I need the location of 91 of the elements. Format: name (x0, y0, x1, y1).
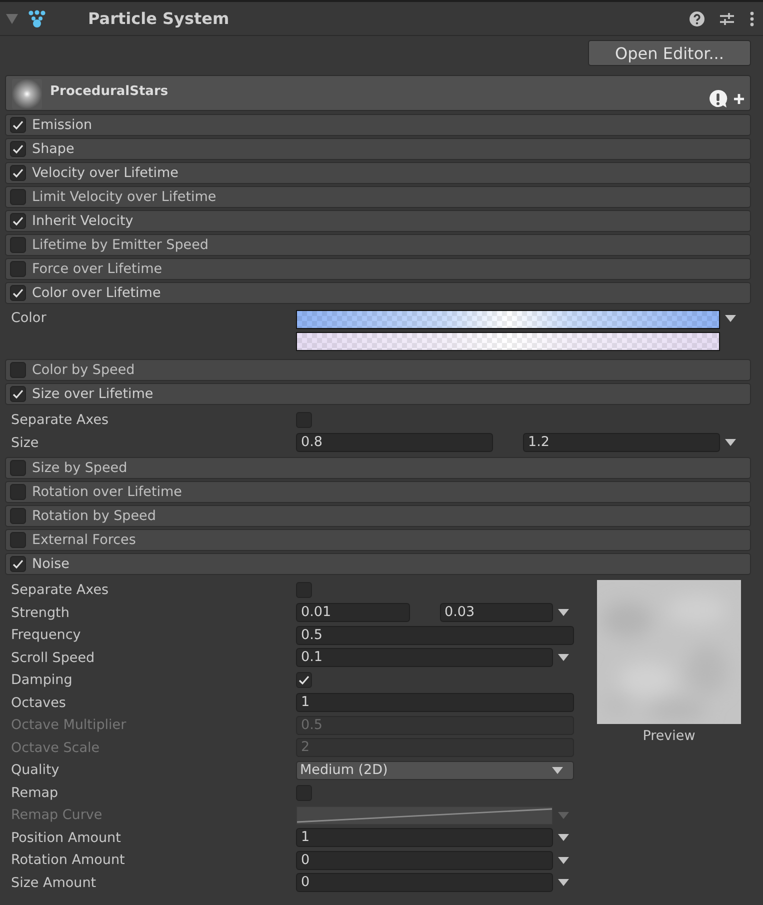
help-icon[interactable] (689, 10, 705, 26)
property-label: Frequency (11, 627, 82, 644)
property-label: Color (11, 310, 48, 326)
check-icon (11, 214, 25, 228)
module-header[interactable]: External Forces (5, 529, 751, 551)
module-header[interactable]: Lifetime by Emitter Speed (5, 234, 751, 256)
gradient-bar[interactable] (296, 310, 720, 329)
module-checkbox[interactable] (10, 484, 26, 500)
dropdown-arrow-icon[interactable] (558, 834, 569, 842)
module-header[interactable]: Shape (5, 138, 751, 160)
dropdown-arrow-icon[interactable] (725, 315, 736, 322)
dropdown-arrow-icon (552, 766, 563, 774)
module-checkbox[interactable] (10, 532, 26, 548)
property-label: Position Amount (11, 830, 122, 846)
property-label: Remap Curve (11, 807, 104, 824)
property-label: Octave Scale (11, 740, 101, 756)
module-header[interactable]: Force over Lifetime (5, 258, 751, 280)
module-header[interactable]: Rotation by Speed (5, 505, 751, 527)
warning-bubble-icon (708, 89, 728, 109)
module-header[interactable]: Size over Lifetime (5, 383, 751, 405)
number-field[interactable]: 0.03 (440, 603, 553, 622)
property-checkbox[interactable] (296, 672, 312, 688)
property-label: Damping (11, 672, 74, 688)
module-header[interactable]: Color by Speed (5, 359, 751, 381)
particle-system-icon (28, 10, 46, 28)
number-field[interactable]: 1.2 (523, 433, 720, 452)
system-name: ProceduralStars (50, 84, 168, 101)
system-header[interactable]: ProceduralStars (5, 75, 751, 111)
module-checkbox[interactable] (10, 285, 26, 301)
module-checkbox[interactable] (10, 386, 26, 402)
dropdown-arrow-icon[interactable] (558, 856, 569, 864)
property-label: Octave Multiplier (11, 717, 128, 734)
number-field[interactable]: 0.8 (296, 433, 493, 452)
property-label: Strength (11, 604, 70, 621)
check-icon (11, 142, 25, 156)
property-label: Quality (11, 762, 60, 778)
module-header[interactable]: Velocity over Lifetime (5, 162, 751, 184)
number-field[interactable]: 1 (296, 693, 574, 712)
open-editor-button[interactable]: Open Editor... (588, 40, 751, 66)
add-icon[interactable] (734, 94, 744, 104)
gradient-bar[interactable] (296, 332, 720, 351)
property-label: Separate Axes (11, 412, 110, 428)
check-icon (11, 557, 25, 571)
module-header[interactable]: Emission (5, 114, 751, 136)
more-menu-icon[interactable] (749, 10, 755, 26)
number-field: 0.5 (296, 716, 574, 735)
property-label: Size Amount (11, 874, 98, 891)
number-field[interactable]: 0 (296, 873, 553, 892)
module-checkbox[interactable] (10, 189, 26, 205)
module-header[interactable]: Color over Lifetime (5, 282, 751, 304)
number-field: 2 (296, 738, 574, 758)
dropdown-arrow-icon[interactable] (725, 439, 736, 446)
module-header[interactable]: Size by Speed (5, 457, 751, 479)
number-field[interactable]: 0.01 (296, 603, 410, 622)
number-field[interactable]: 0.5 (296, 626, 574, 645)
module-header[interactable]: Rotation over Lifetime (5, 481, 751, 503)
property-label: Scroll Speed (11, 650, 96, 666)
property-label: Size (11, 434, 40, 451)
preview-label: Preview (642, 728, 696, 744)
property-label: Rotation Amount (11, 852, 126, 868)
number-field[interactable]: 0.1 (296, 648, 553, 668)
module-checkbox[interactable] (10, 117, 26, 133)
dropdown-arrow-icon[interactable] (558, 879, 569, 886)
module-header[interactable]: Limit Velocity over Lifetime (5, 186, 751, 208)
number-field[interactable]: 1 (296, 828, 553, 848)
check-icon (11, 166, 25, 180)
module-header[interactable]: Inherit Velocity (5, 210, 751, 232)
settings-sliders-icon[interactable] (719, 10, 735, 26)
quality-dropdown[interactable]: Medium (2D) (296, 760, 574, 780)
module-checkbox[interactable] (10, 213, 26, 229)
module-checkbox[interactable] (10, 237, 26, 253)
property-label: Octaves (11, 694, 67, 711)
check-icon (11, 286, 25, 300)
property-label: Separate Axes (11, 582, 110, 598)
property-label: Remap (11, 784, 60, 801)
module-checkbox[interactable] (10, 508, 26, 524)
check-icon (11, 118, 25, 132)
dropdown-arrow-icon[interactable] (558, 654, 569, 662)
module-checkbox[interactable] (10, 362, 26, 378)
particle-texture-icon (12, 79, 42, 109)
component-title: Particle System (88, 9, 230, 28)
module-header[interactable]: Noise (5, 553, 751, 575)
check-icon (11, 387, 25, 401)
number-field[interactable]: 0 (296, 850, 553, 870)
module-checkbox[interactable] (10, 460, 26, 476)
check-icon (297, 673, 311, 688)
dropdown-arrow-icon[interactable] (558, 609, 569, 616)
module-checkbox[interactable] (10, 141, 26, 157)
module-checkbox[interactable] (10, 556, 26, 572)
module-checkbox[interactable] (10, 165, 26, 181)
module-checkbox[interactable] (10, 261, 26, 277)
